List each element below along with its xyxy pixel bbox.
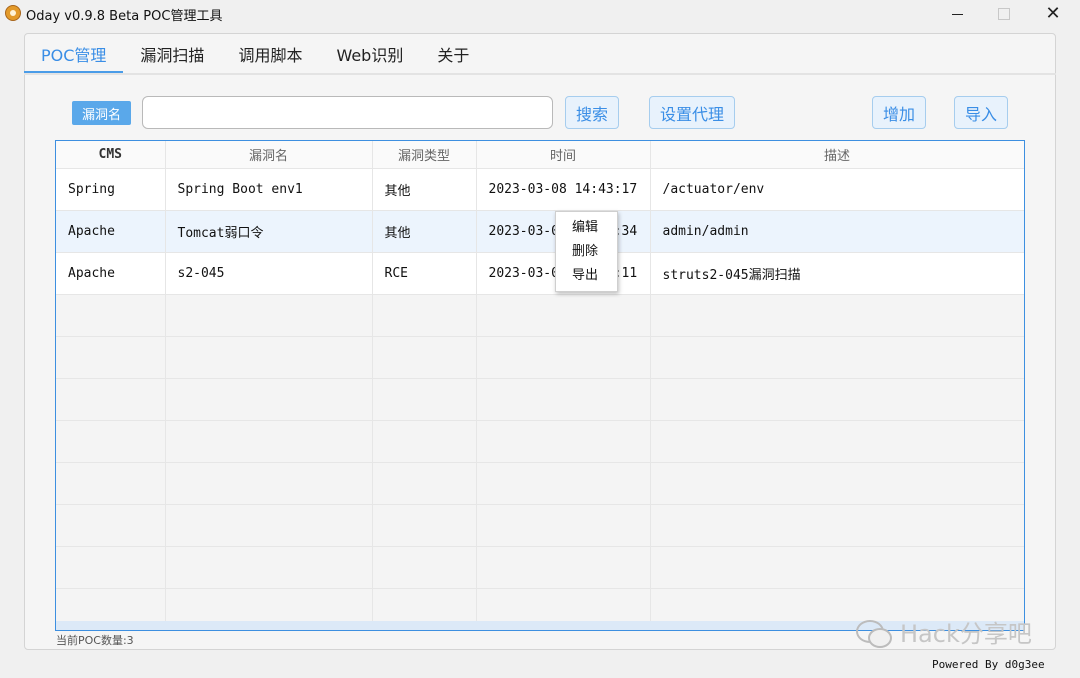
title-bar: Oday v0.9.8 Beta POC管理工具 ✕	[0, 0, 1080, 28]
cell-vuln-type: RCE	[372, 252, 477, 295]
import-button[interactable]: 导入	[954, 96, 1008, 129]
table-row[interactable]: Spring Spring Boot env1 其他 2023-03-08 14…	[56, 168, 1024, 211]
cell-vuln-name: Tomcat弱口令	[165, 210, 373, 253]
cell-description: admin/admin	[650, 210, 1024, 253]
powered-by-label: Powered By d0g3ee	[932, 658, 1045, 671]
column-header-vuln-name[interactable]: 漏洞名	[165, 141, 373, 169]
cell-vuln-type: 其他	[372, 168, 477, 211]
empty-row	[56, 378, 1024, 421]
cell-description: struts2-045漏洞扫描	[650, 252, 1024, 295]
context-menu: 编辑 删除 导出	[555, 211, 618, 292]
cell-vuln-name: Spring Boot env1	[165, 168, 373, 211]
minimize-button[interactable]	[934, 0, 980, 28]
vuln-name-label: 漏洞名	[72, 101, 131, 125]
poc-count-status: 当前POC数量:3	[56, 634, 134, 647]
table-header: CMS 漏洞名 漏洞类型 时间 描述	[56, 141, 1024, 169]
cell-cms: Spring	[56, 168, 166, 211]
column-header-cms[interactable]: CMS	[56, 141, 166, 169]
watermark-text: Hack分享吧	[900, 620, 1032, 648]
cell-description: /actuator/env	[650, 168, 1024, 211]
context-menu-export[interactable]: 导出	[556, 264, 617, 288]
table-row[interactable]: Apache s2-045 RCE 2023-03-08 14:43:11 st…	[56, 252, 1024, 295]
tab-divider	[24, 73, 1056, 75]
app-logo-icon	[5, 5, 21, 21]
search-input[interactable]	[142, 96, 553, 129]
tab-vuln-scan[interactable]: 漏洞扫描	[123, 40, 221, 74]
search-button[interactable]: 搜索	[565, 96, 619, 129]
empty-row	[56, 546, 1024, 589]
empty-row	[56, 462, 1024, 505]
empty-row	[56, 420, 1024, 463]
cell-vuln-type: 其他	[372, 210, 477, 253]
column-header-time[interactable]: 时间	[476, 141, 651, 169]
cell-vuln-name: s2-045	[165, 252, 373, 295]
column-header-description[interactable]: 描述	[650, 141, 1024, 169]
maximize-button[interactable]	[981, 0, 1027, 28]
close-button[interactable]: ✕	[1030, 0, 1076, 28]
cell-cms: Apache	[56, 252, 166, 295]
set-proxy-button[interactable]: 设置代理	[649, 96, 735, 129]
window-title: Oday v0.9.8 Beta POC管理工具	[26, 9, 223, 24]
add-button[interactable]: 增加	[872, 96, 926, 129]
tab-about[interactable]: 关于	[420, 40, 486, 74]
tab-web-identify[interactable]: Web识别	[319, 40, 420, 74]
context-menu-delete[interactable]: 删除	[556, 240, 617, 264]
table-row-selected[interactable]: Apache Tomcat弱口令 其他 2023-03-08 14:43:34 …	[56, 210, 1024, 253]
empty-row	[56, 504, 1024, 547]
empty-row	[56, 336, 1024, 379]
context-menu-edit[interactable]: 编辑	[556, 216, 617, 240]
cell-time: 2023-03-08 14:43:17	[476, 168, 651, 211]
close-icon: ✕	[1045, 3, 1061, 24]
watermark: Hack分享吧	[854, 614, 1032, 649]
tab-call-script[interactable]: 调用脚本	[221, 40, 319, 74]
tab-poc-management[interactable]: POC管理	[24, 40, 124, 74]
column-header-vuln-type[interactable]: 漏洞类型	[372, 141, 477, 169]
empty-row	[56, 294, 1024, 337]
tab-bar: POC管理 漏洞扫描 调用脚本 Web识别 关于	[24, 40, 486, 74]
wechat-icon	[854, 616, 894, 648]
poc-table[interactable]: CMS 漏洞名 漏洞类型 时间 描述 Spring Spring Boot en…	[55, 140, 1025, 631]
cell-cms: Apache	[56, 210, 166, 253]
